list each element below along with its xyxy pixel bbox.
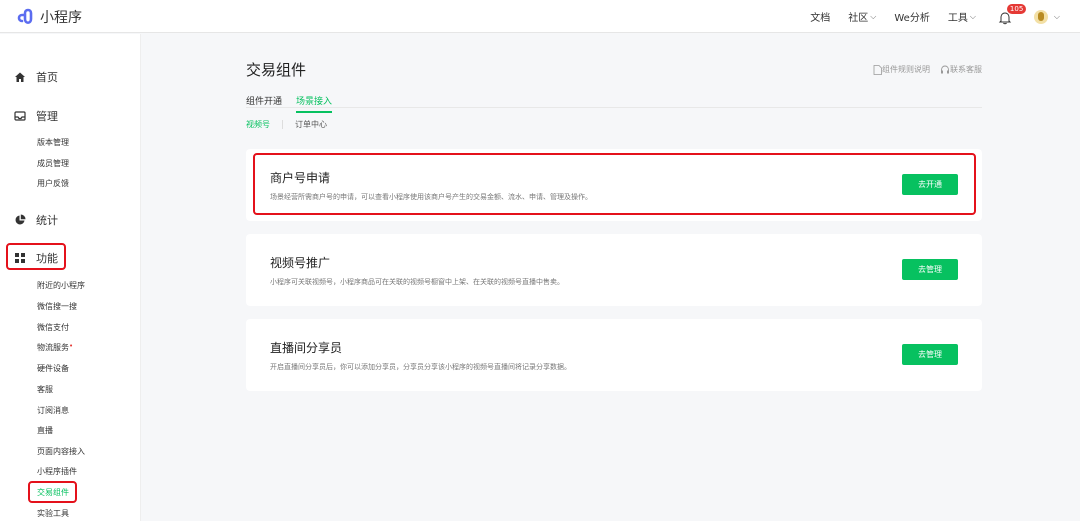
card-sharer: 直播间分享员 开启直播间分享员后，你可以添加分享员，分享员分享该小程序的视频号直…: [246, 319, 982, 391]
manage-button[interactable]: 去管理: [902, 344, 958, 365]
sidebar-item-label: 首页: [36, 71, 58, 84]
highlight-box: [28, 481, 77, 503]
document-icon: [873, 64, 882, 75]
top-bar: 小程序 文档 社区 ⌵ We分析 工具 ⌵ 105 ⌵: [0, 0, 1080, 33]
nav-community-label: 社区: [848, 13, 869, 24]
sidebar-item-nearby[interactable]: 附近的小程序: [37, 280, 85, 291]
sidebar: 首页 管理 版本管理 成员管理 用户反馈 统计 功能 附近的小程序 微信搜一搜 …: [0, 34, 141, 521]
rules-link-label: 组件规则说明: [882, 65, 930, 74]
inbox-icon: [14, 111, 26, 121]
nav-analytics[interactable]: We分析: [894, 9, 929, 24]
subtab-orders[interactable]: 订单中心: [295, 119, 327, 130]
home-icon: [15, 72, 25, 82]
tab-enable[interactable]: 组件开通: [246, 94, 282, 107]
nav-community[interactable]: 社区 ⌵: [848, 9, 877, 25]
sidebar-item-content[interactable]: 页面内容接入: [37, 446, 85, 457]
main-content: 交易组件 组件规则说明 联系客服 组件开通 场景接入 视频号 订单中心 商户号申…: [141, 34, 1080, 521]
sidebar-item-plugin[interactable]: 小程序插件: [37, 466, 77, 477]
tab-scene[interactable]: 场景接入: [296, 94, 333, 113]
headset-icon: [941, 65, 949, 73]
page-title: 交易组件: [246, 61, 307, 79]
sidebar-item-version[interactable]: 版本管理: [37, 137, 69, 148]
manage-button[interactable]: 去管理: [902, 259, 958, 280]
top-nav: 文档 社区 ⌵ We分析 工具 ⌵ 105 ⌵: [792, 0, 1060, 33]
sidebar-item-logistics[interactable]: 物流服务•: [37, 342, 73, 353]
highlight-box: [6, 243, 66, 270]
support-link[interactable]: 联系客服: [940, 64, 982, 75]
card-channels: 视频号推广 小程序可关联视频号，小程序商品可在关联的视频号橱窗中上架、在关联的视…: [246, 234, 982, 306]
sidebar-item-subscribe[interactable]: 订阅消息: [37, 405, 69, 416]
divider: [282, 120, 283, 129]
sidebar-item-hardware[interactable]: 硬件设备: [37, 363, 69, 374]
notification-badge: 105: [1006, 3, 1027, 14]
chevron-down-icon: ⌵: [870, 11, 877, 21]
new-dot-icon: •: [69, 342, 74, 350]
rules-link[interactable]: 组件规则说明: [873, 64, 930, 75]
subtabs: 视频号 订单中心: [246, 119, 327, 130]
miniprogram-logo-icon: [17, 8, 33, 25]
sidebar-item-stats[interactable]: 统计: [14, 212, 58, 228]
sidebar-item-label: 统计: [36, 214, 58, 227]
sidebar-item-search[interactable]: 微信搜一搜: [37, 301, 77, 312]
notification-bell[interactable]: 105: [998, 3, 1027, 24]
logo[interactable]: 小程序: [16, 7, 82, 27]
card-title: 直播间分享员: [270, 341, 343, 355]
subtab-channels[interactable]: 视频号: [246, 119, 270, 130]
sidebar-item-service[interactable]: 客服: [37, 384, 53, 395]
tabs: 组件开通 场景接入: [246, 89, 982, 113]
support-link-label: 联系客服: [950, 65, 982, 74]
nav-docs[interactable]: 文档: [810, 9, 830, 24]
sidebar-item-live[interactable]: 直播: [37, 425, 53, 436]
sidebar-item-pay[interactable]: 微信支付: [37, 322, 69, 333]
nav-tools-label: 工具: [947, 13, 968, 24]
highlight-box: [253, 153, 976, 215]
nav-tools[interactable]: 工具 ⌵: [947, 9, 976, 25]
sidebar-item-members[interactable]: 成员管理: [37, 158, 69, 169]
help-links: 组件规则说明 联系客服: [863, 64, 982, 75]
sidebar-group-manage[interactable]: 管理: [14, 108, 58, 124]
card-title: 视频号推广: [270, 256, 331, 270]
card-desc: 开启直播间分享员后，你可以添加分享员，分享员分享该小程序的视频号直播间将记录分享…: [270, 363, 571, 371]
sidebar-item-label: 物流服务: [37, 343, 69, 352]
chevron-down-icon[interactable]: ⌵: [1054, 12, 1060, 22]
sidebar-item-lab[interactable]: 实验工具: [37, 508, 69, 519]
chevron-down-icon: ⌵: [969, 11, 976, 21]
card-desc: 小程序可关联视频号，小程序商品可在关联的视频号橱窗中上架、在关联的视频号直播中售…: [270, 278, 564, 286]
pie-chart-icon: [15, 214, 26, 225]
sidebar-item-home[interactable]: 首页: [14, 69, 58, 85]
sidebar-item-feedback[interactable]: 用户反馈: [37, 178, 69, 189]
app-title: 小程序: [40, 10, 82, 26]
sidebar-group-label: 管理: [36, 110, 58, 123]
avatar[interactable]: [1033, 9, 1048, 24]
